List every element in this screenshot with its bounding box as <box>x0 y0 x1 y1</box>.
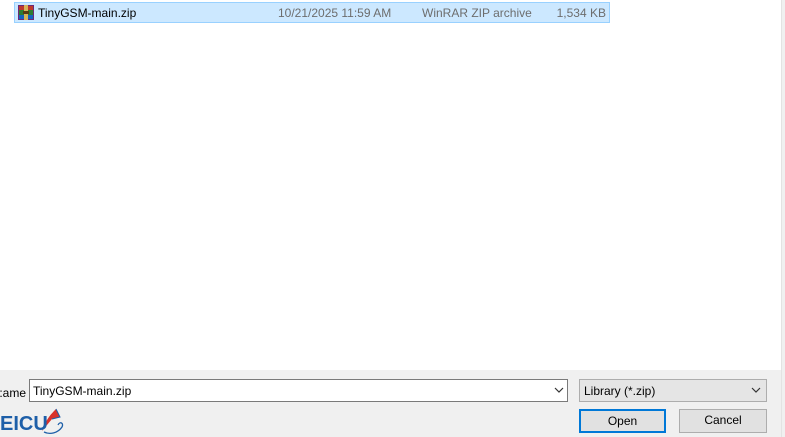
dialog-bottom-panel: ame: Library (*.zip) Open Cancel EICU <box>0 370 781 437</box>
filename-label: ame: <box>0 386 26 400</box>
filename-input[interactable] <box>33 382 538 399</box>
file-list[interactable]: TinyGSM-main.zip 10/21/2025 11:59 AM Win… <box>0 0 781 370</box>
file-type-filter-select[interactable]: Library (*.zip) <box>579 379 767 402</box>
file-size: 1,534 KB <box>556 6 606 20</box>
file-type-filter-label: Library (*.zip) <box>584 384 656 398</box>
eicu-logo: EICU <box>0 408 64 435</box>
winrar-archive-icon <box>18 5 34 20</box>
cancel-button[interactable]: Cancel <box>679 409 767 433</box>
file-date-modified: 10/21/2025 11:59 AM <box>278 6 392 20</box>
file-name: TinyGSM-main.zip <box>38 6 137 20</box>
file-row-tinygsm[interactable]: TinyGSM-main.zip 10/21/2025 11:59 AM Win… <box>14 2 610 23</box>
window-right-edge <box>781 0 785 437</box>
filename-combobox[interactable] <box>29 379 568 402</box>
file-type: WinRAR ZIP archive <box>422 6 532 20</box>
chevron-down-icon <box>751 387 761 393</box>
chevron-down-icon[interactable] <box>554 385 564 395</box>
svg-text:EICU: EICU <box>0 413 48 435</box>
open-button[interactable]: Open <box>579 409 666 433</box>
